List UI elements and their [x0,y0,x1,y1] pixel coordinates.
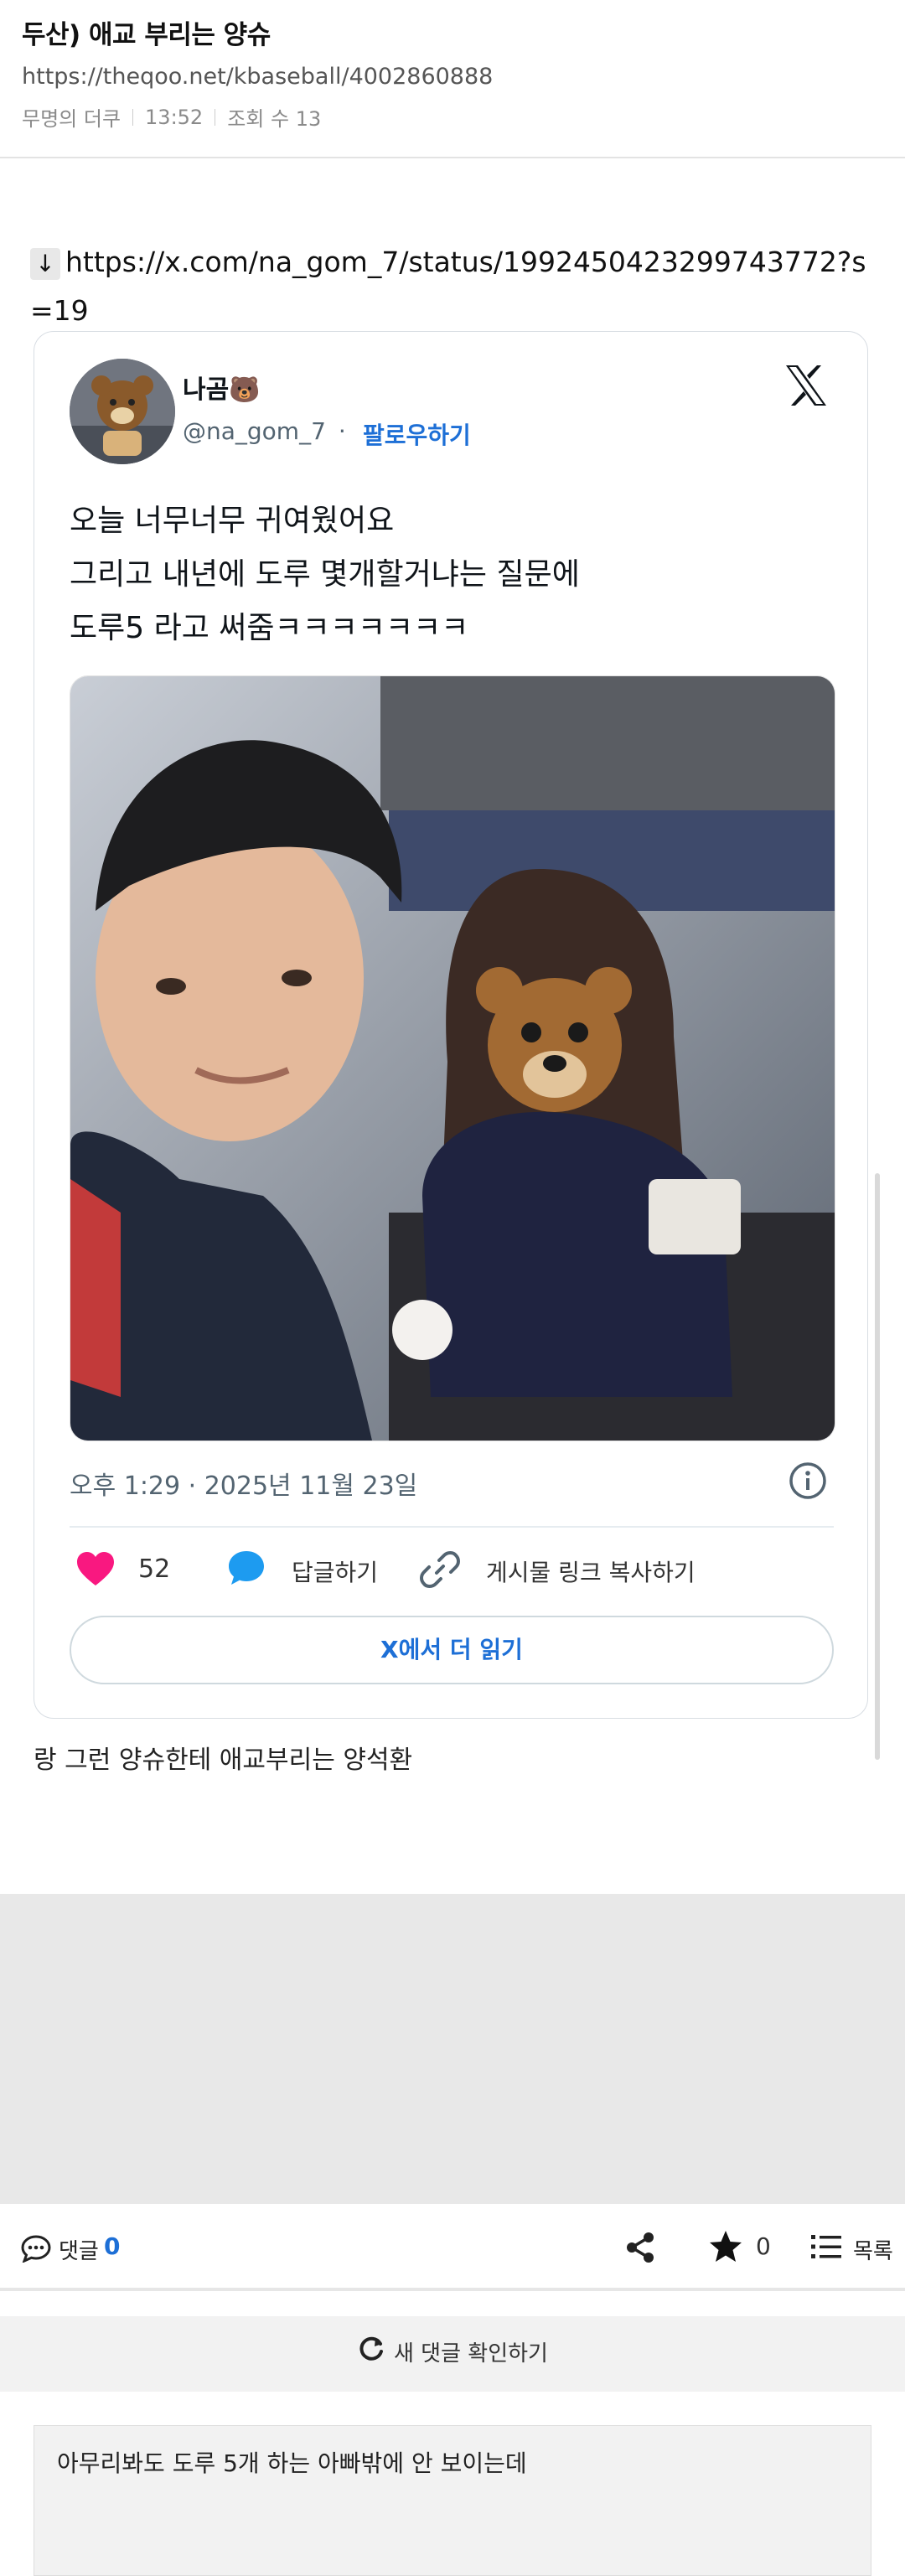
star-count: 0 [756,2232,771,2260]
comment-text: 아무리봐도 도루 5개 하는 아빠밖에 안 보이는데 [57,2449,527,2477]
post-time: 13:52 [145,105,204,129]
comment-icon[interactable] [20,2234,52,2263]
speech-bubble-icon[interactable] [226,1549,266,1587]
tweet-text: 오늘 너무너무 귀여웠어요 그리고 내년에 도루 몇개할거냐는 질문에 도루5 … [70,494,580,655]
post-meta: 무명의 더쿠 13:52 조회 수 13 [22,102,321,132]
post-views: 조회 수 13 [227,107,322,131]
tweet-timestamp[interactable]: 오후 1:29 · 2025년 11월 23일 [70,1465,417,1502]
comment-count[interactable]: 0 [104,2232,120,2260]
follow-button[interactable]: 팔로우하기 [363,417,471,451]
arrow-down-icon: ↓ [30,247,60,280]
tweet-handle[interactable]: @na_gom_7 · [183,417,346,445]
post-body-text: 랑 그런 양슈한테 애교부리는 양석환 [34,1746,413,1775]
tweet-handle-text[interactable]: @na_gom_7 [183,417,326,445]
read-more-on-x-button[interactable]: X에서 더 읽기 [70,1616,834,1684]
post-title: 두산) 애교 부리는 양슈 [22,20,271,50]
x-logo-icon[interactable] [781,360,831,411]
post-author: 무명의 더쿠 [22,107,122,131]
link-icon[interactable] [419,1549,461,1591]
avatar[interactable] [70,359,175,464]
refresh-icon [357,2335,385,2369]
embed-scrollbar[interactable] [875,1173,880,1760]
tweet-text-line: 도루5 라고 써줌ㅋㅋㅋㅋㅋㅋㅋ [70,611,469,645]
tweet-text-line: 오늘 너무너무 귀여웠어요 [70,504,395,538]
tweet-photo[interactable] [70,675,835,1441]
refresh-comments-button[interactable]: 새 댓글 확인하기 [0,2335,905,2369]
refresh-label: 새 댓글 확인하기 [394,2341,548,2367]
share-icon[interactable] [625,2231,655,2264]
header-divider [0,157,905,158]
embed-link[interactable]: ↓ https://x.com/na_gom_7/status/199245042… [30,238,885,335]
list-button[interactable]: 목록 [853,2234,893,2265]
post-url[interactable]: https://theqoo.net/kbaseball/4002860888 [22,64,493,90]
meta-divider [132,108,134,126]
tweet-divider [70,1526,834,1528]
like-count: 52 [138,1554,171,1584]
reply-button[interactable]: 답글하기 [292,1554,378,1588]
embed-link-url[interactable]: https://x.com/na_gom_7/status/1992450423… [30,246,866,327]
tweet-display-name[interactable]: 나곰🐻 [183,369,261,406]
comment-label[interactable]: 댓글 [59,2234,99,2265]
info-icon[interactable] [789,1461,827,1500]
tweet-text-line: 그리고 내년에 도루 몇개할거냐는 질문에 [70,557,580,592]
star-icon[interactable] [708,2229,743,2264]
handle-separator: · [338,417,346,445]
ad-placeholder [0,1894,905,2204]
list-icon[interactable] [811,2232,841,2261]
copy-link-button[interactable]: 게시물 링크 복사하기 [486,1554,696,1588]
heart-icon[interactable] [75,1550,116,1587]
